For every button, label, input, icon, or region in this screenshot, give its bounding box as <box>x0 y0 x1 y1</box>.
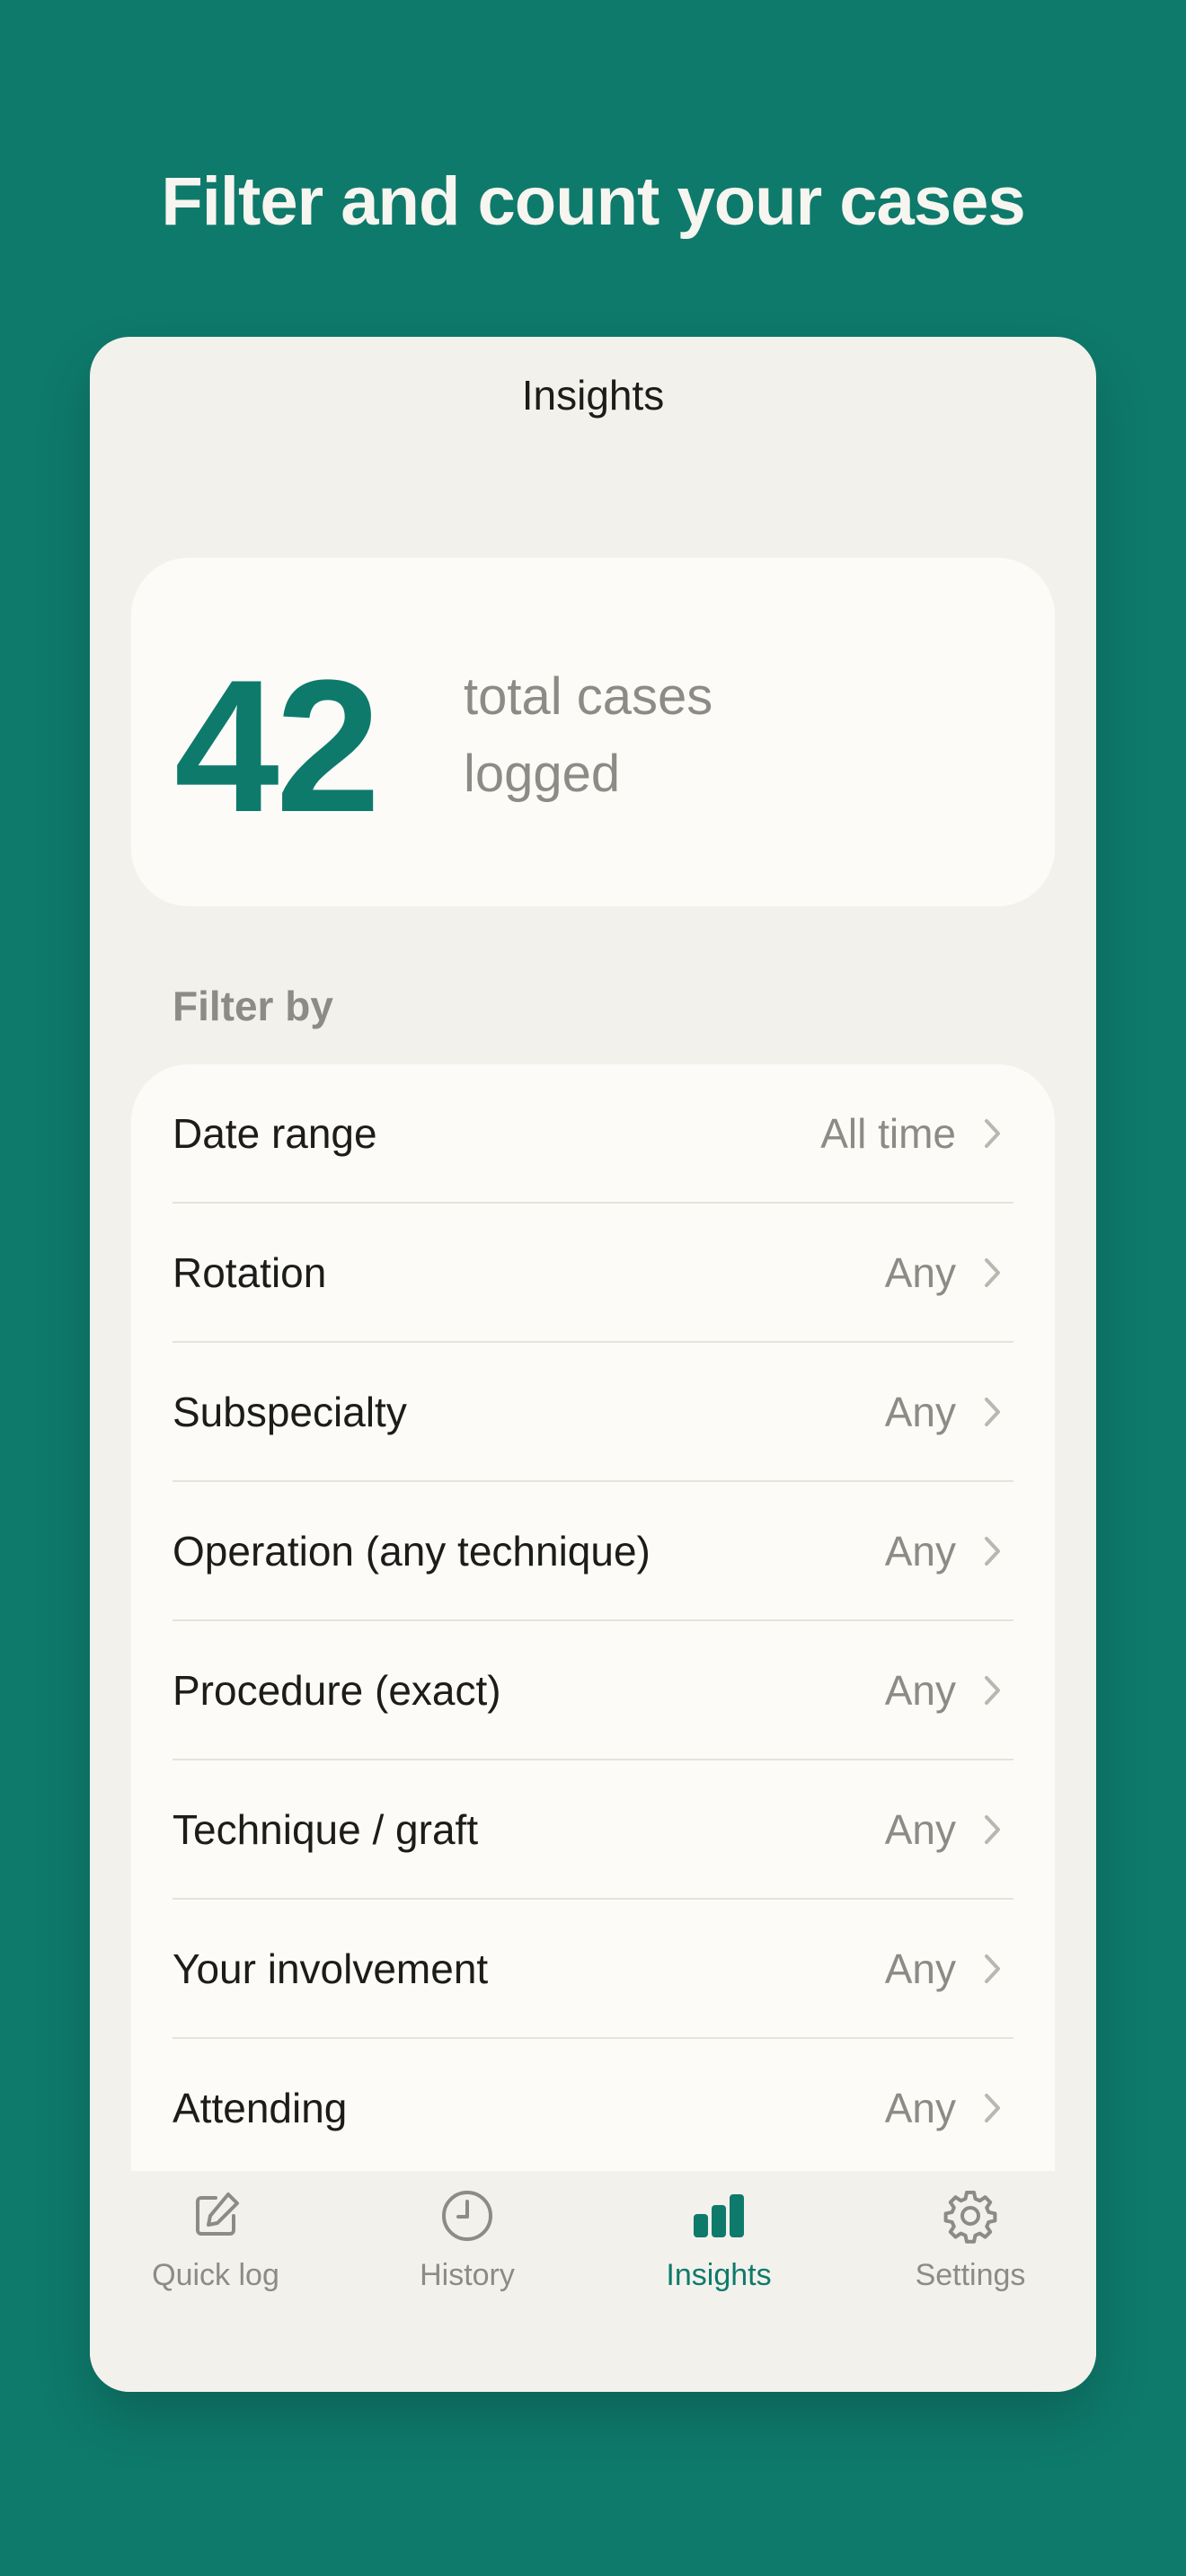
filter-label: Procedure (exact) <box>173 1667 501 1714</box>
chevron-right-icon <box>985 2094 1000 2122</box>
filter-row-operation[interactable]: Operation (any technique) Any <box>131 1482 1055 1621</box>
filter-row-procedure[interactable]: Procedure (exact) Any <box>131 1621 1055 1760</box>
filter-value: Any <box>884 1806 956 1853</box>
tab-quick-log[interactable]: Quick log <box>90 2187 341 2313</box>
edit-icon <box>196 2192 239 2236</box>
clock-icon <box>442 2191 492 2241</box>
filter-value: Any <box>884 1389 956 1435</box>
chevron-right-icon <box>985 1676 1000 1705</box>
tab-label: Settings <box>915 2258 1026 2292</box>
filter-row-technique-graft[interactable]: Technique / graft Any <box>131 1760 1055 1900</box>
screen-title: Insights <box>521 372 665 419</box>
filter-list: Date range All time Rotation Any Subspec… <box>131 1064 1055 2187</box>
chevron-right-icon <box>985 1954 1000 1983</box>
filter-row-attending[interactable]: Attending Any <box>131 2039 1055 2178</box>
filter-label: Subspecialty <box>173 1389 407 1435</box>
tab-bar: Quick log History Insights Settings <box>90 2171 1096 2392</box>
tab-label: History <box>420 2258 515 2292</box>
filter-row-involvement[interactable]: Your involvement Any <box>131 1900 1055 2039</box>
filter-label: Operation (any technique) <box>173 1528 651 1575</box>
tab-insights[interactable]: Insights <box>593 2187 845 2313</box>
filter-value: All time <box>820 1110 956 1157</box>
filter-label: Date range <box>173 1110 377 1157</box>
filter-value: Any <box>884 1249 956 1296</box>
filter-label: Rotation <box>173 1249 327 1296</box>
chevron-right-icon <box>985 1258 1000 1287</box>
filter-value: Any <box>884 1945 956 1992</box>
gear-icon <box>943 2191 997 2244</box>
tab-settings[interactable]: Settings <box>845 2187 1096 2313</box>
tab-history[interactable]: History <box>341 2187 593 2313</box>
filter-row-rotation[interactable]: Rotation Any <box>131 1204 1055 1343</box>
chevron-right-icon <box>985 1398 1000 1426</box>
total-cases-count: 42 <box>174 640 381 851</box>
promo-headline: Filter and count your cases <box>161 163 1025 240</box>
total-cases-card: 42 total cases logged <box>131 558 1055 906</box>
filter-value: Any <box>884 2085 956 2131</box>
tab-label: Quick log <box>152 2258 279 2292</box>
filter-value: Any <box>884 1667 956 1714</box>
chevron-right-icon <box>985 1815 1000 1844</box>
filter-label: Your involvement <box>173 1945 489 1992</box>
filter-row-date-range[interactable]: Date range All time <box>131 1064 1055 1204</box>
chevron-right-icon <box>985 1119 1000 1148</box>
total-cases-label: total cases logged <box>464 667 713 803</box>
chevron-right-icon <box>985 1537 1000 1566</box>
app-screen: Insights 42 total cases logged Filter by… <box>90 337 1096 2392</box>
filter-label: Technique / graft <box>173 1806 479 1853</box>
tab-label: Insights <box>666 2258 772 2292</box>
filter-label: Attending <box>173 2085 348 2131</box>
filter-row-subspecialty[interactable]: Subspecialty Any <box>131 1343 1055 1482</box>
bar-chart-icon <box>694 2194 744 2237</box>
filter-section-label: Filter by <box>173 983 333 1029</box>
filter-value: Any <box>884 1528 956 1575</box>
